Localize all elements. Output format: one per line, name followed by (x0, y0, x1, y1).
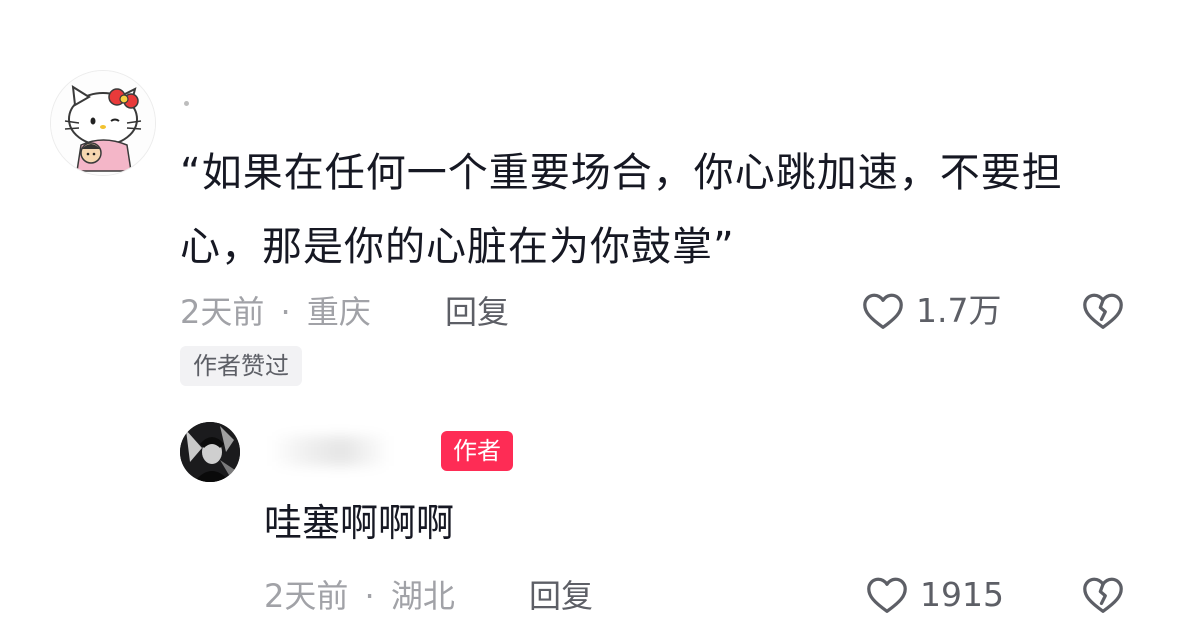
like-count: 1.7万 (916, 291, 1002, 330)
reply-location: 湖北 (390, 577, 455, 615)
comment-text: “如果在任何一个重要场合，你心跳加速，不要担心，那是你的心脏在为你鼓掌” (180, 150, 1063, 270)
reply-author-avatar[interactable] (180, 422, 240, 482)
like-button[interactable] (860, 288, 906, 334)
author-liked-tag: 作者赞过 (180, 346, 302, 386)
comment-time: 2天前 (180, 293, 265, 331)
heart-outline-icon (867, 577, 907, 613)
reply-like-button[interactable] (864, 572, 910, 618)
reply-like-count: 1915 (920, 575, 1004, 614)
dark-portrait-avatar-icon (180, 422, 240, 482)
meta-separator: · (280, 293, 291, 331)
reply-dislike-button[interactable] (1080, 572, 1126, 618)
heart-outline-icon (863, 293, 903, 329)
author-tag: 作者 (441, 431, 513, 471)
reply-reply-button[interactable]: 回复 (529, 576, 593, 616)
broken-heart-icon (1083, 577, 1123, 613)
reply-meta: 2天前 · 湖北 (264, 576, 455, 616)
reply-time: 2天前 (264, 577, 349, 615)
broken-heart-icon (1083, 293, 1123, 329)
reply-author-name-blurred (270, 436, 390, 466)
meta-separator: · (364, 577, 375, 615)
comment-meta: 2天前 · 重庆 (180, 292, 371, 332)
comment-reply-button[interactable]: 回复 (445, 292, 509, 332)
reply-text: 哇塞啊啊啊 (264, 501, 455, 545)
username-placeholder (184, 101, 189, 106)
commenter-avatar[interactable] (50, 70, 156, 176)
dislike-button[interactable] (1080, 288, 1126, 334)
comment-location: 重庆 (306, 293, 371, 331)
hello-kitty-avatar-icon (51, 71, 155, 175)
